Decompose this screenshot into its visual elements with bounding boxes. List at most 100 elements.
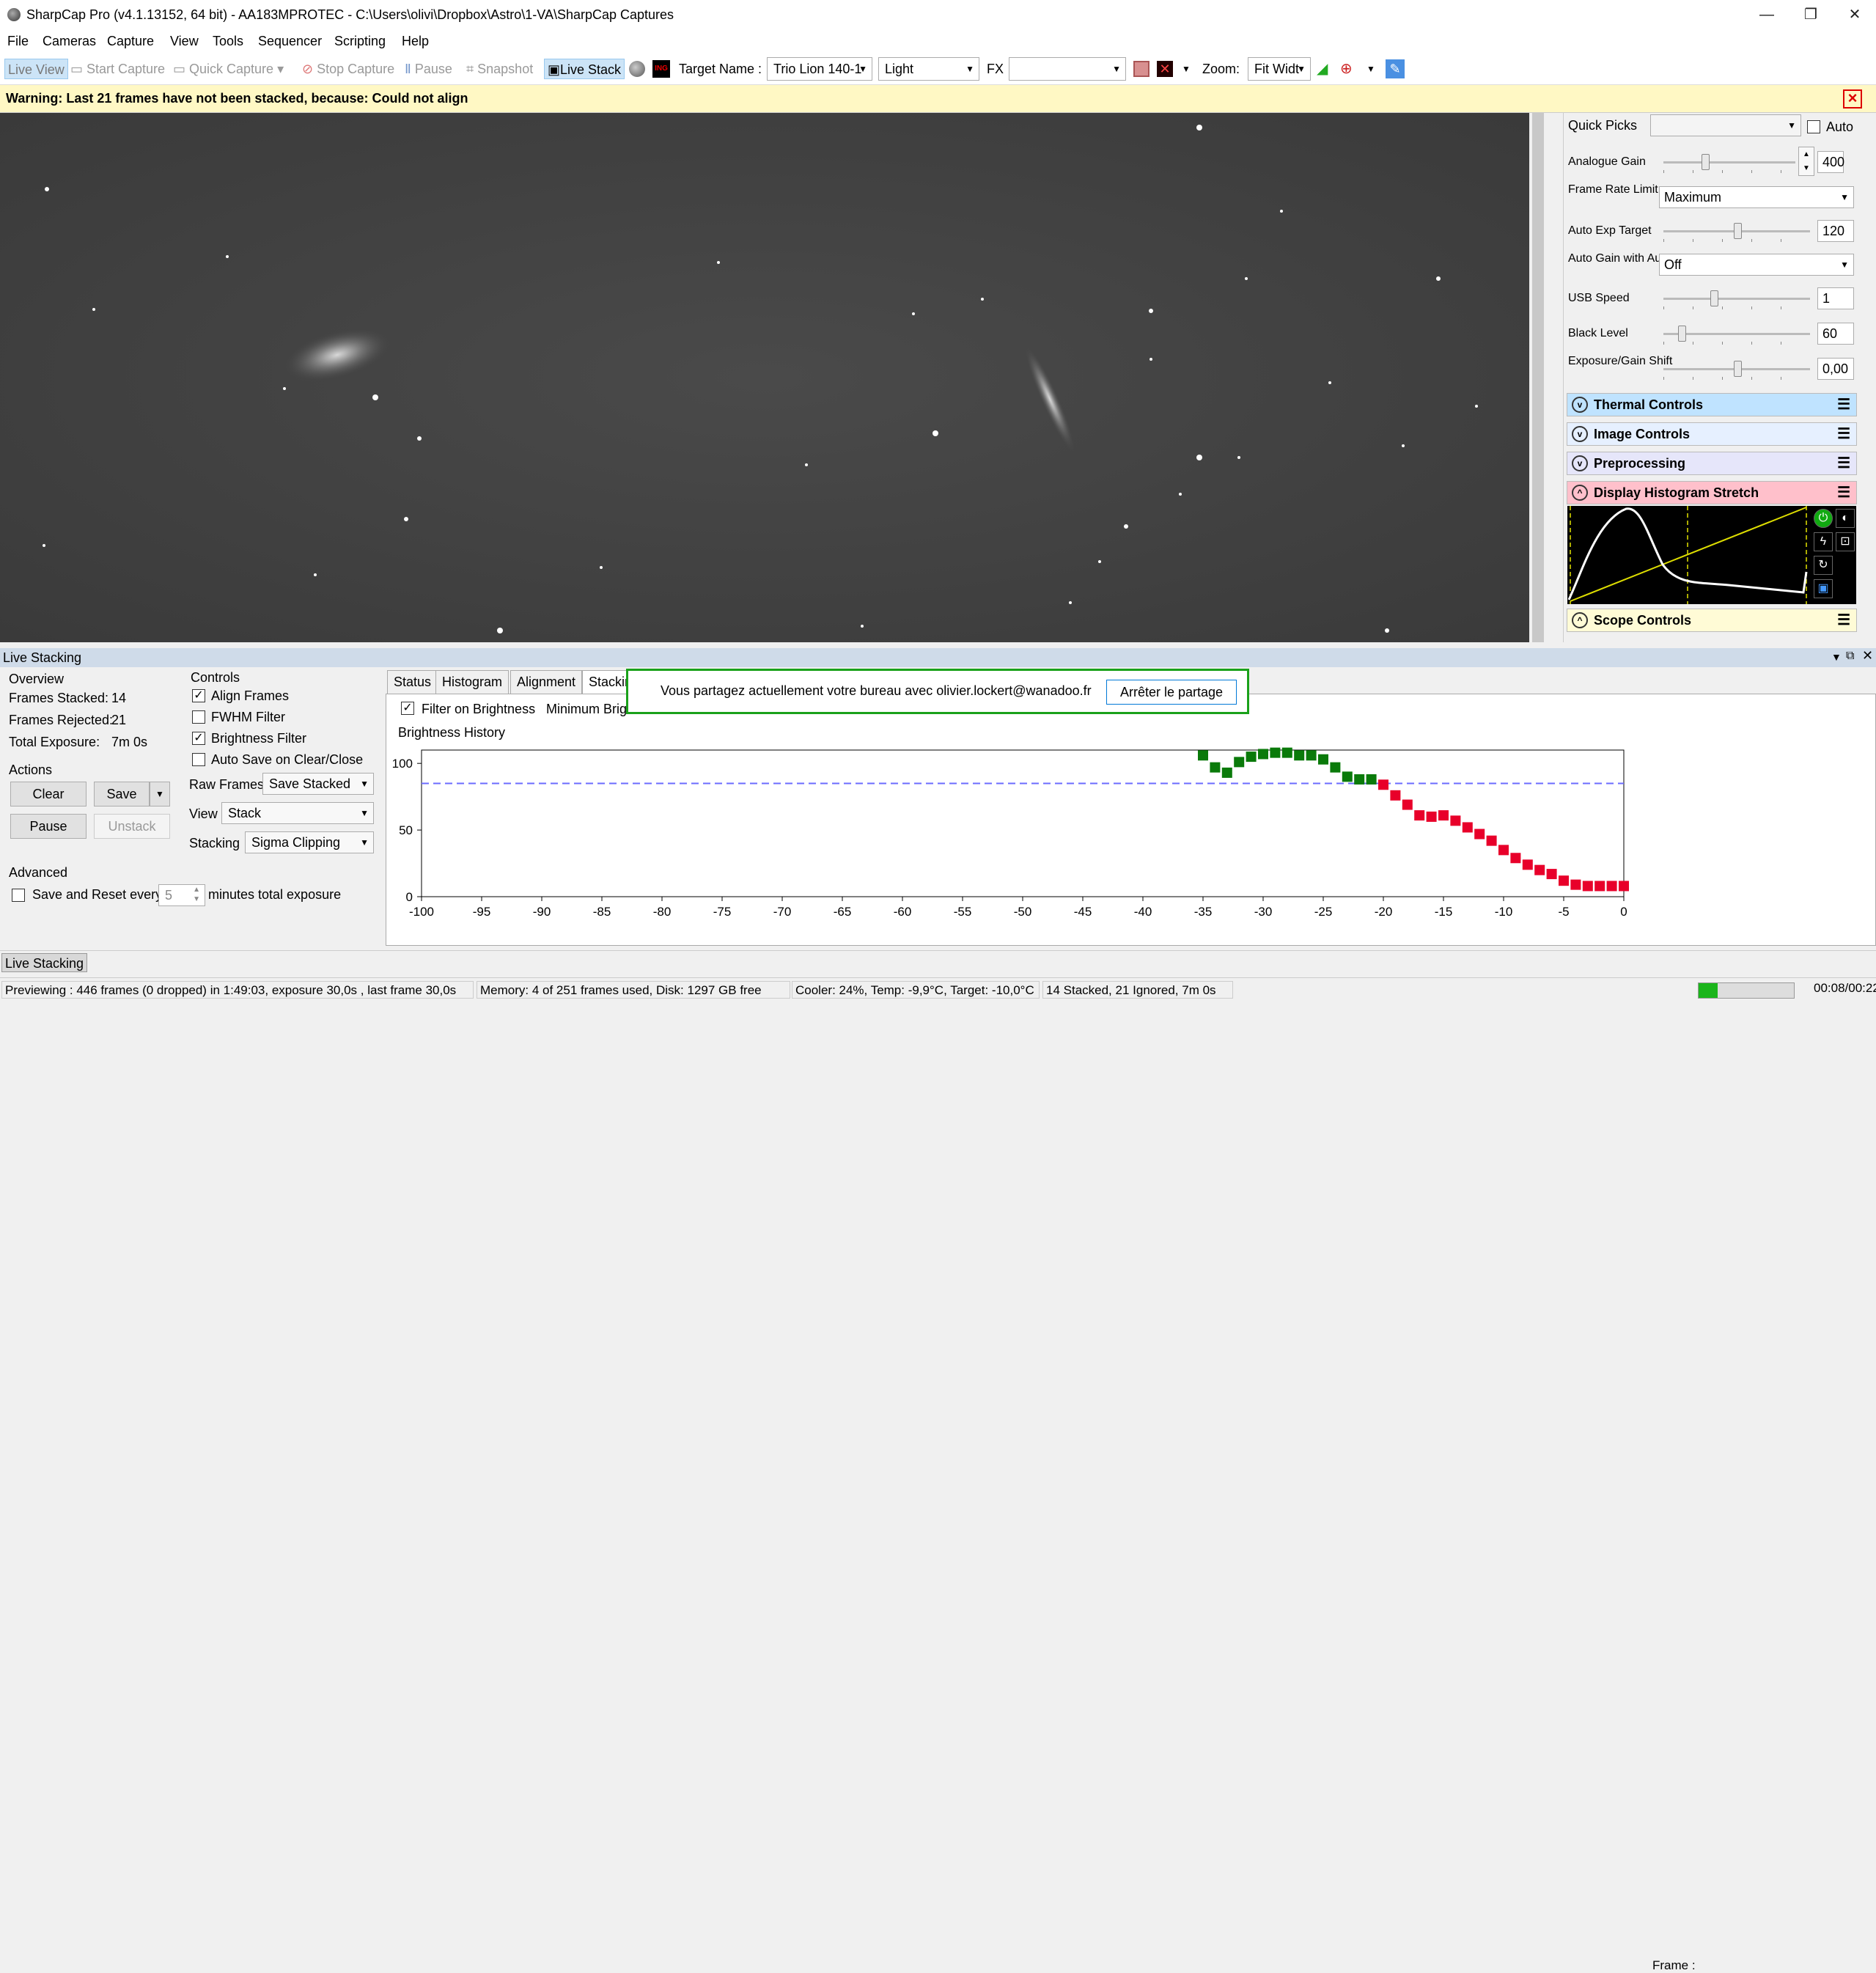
minimize-button[interactable]: — xyxy=(1745,0,1789,29)
stop-capture-button[interactable]: ⊘ Stop Capture xyxy=(302,59,394,79)
menu-icon[interactable]: ☰ xyxy=(1837,423,1850,445)
pause-button[interactable]: Ⅱ Pause xyxy=(405,59,452,79)
data-point xyxy=(1522,859,1533,870)
tab-histogram[interactable]: Histogram xyxy=(435,670,510,694)
menu-help[interactable]: Help xyxy=(402,34,429,49)
data-point xyxy=(1306,750,1317,761)
pin-icon[interactable]: ✎ xyxy=(1386,59,1405,78)
menu-scripting[interactable]: Scripting xyxy=(334,34,386,49)
crosshair-icon[interactable]: ✕ xyxy=(1157,61,1173,77)
snapshot-button[interactable]: ⌗ Snapshot xyxy=(466,59,533,79)
save-reset-checkbox[interactable] xyxy=(12,889,25,902)
histogram-icon[interactable]: ◢ xyxy=(1317,59,1328,79)
auto-checkbox[interactable] xyxy=(1807,120,1820,133)
pause-stacking-button[interactable]: Pause xyxy=(10,814,87,839)
contrast-icon[interactable]: ◐ xyxy=(1836,509,1855,528)
black-level-slider[interactable] xyxy=(1663,323,1810,345)
lock-icon[interactable]: ⊡ xyxy=(1836,532,1855,551)
stacking-label: Stacking xyxy=(189,836,240,850)
camera-image[interactable] xyxy=(0,113,1529,642)
auto-stretch-icon[interactable]: ϟ xyxy=(1814,532,1833,551)
usb-speed-input[interactable]: 1 xyxy=(1817,287,1854,309)
gain-spinner[interactable]: ▲ ▼ xyxy=(1798,147,1814,176)
stop-sharing-button[interactable]: Arrêter le partage xyxy=(1106,680,1237,705)
menu-view[interactable]: View xyxy=(170,34,199,49)
save-button[interactable]: Save xyxy=(94,782,150,807)
zoom-combo[interactable]: Fit Widt ▼ xyxy=(1248,57,1311,81)
quick-picks-combo[interactable]: ▼ xyxy=(1650,114,1801,136)
quick-capture-button[interactable]: ▭ Quick Capture ▾ xyxy=(173,59,284,79)
scrollbar-thumb[interactable] xyxy=(1532,113,1544,642)
save-reset-input[interactable]: 5 ▲ ▼ xyxy=(158,884,205,906)
close-icon[interactable]: ✕ xyxy=(1862,648,1873,664)
view-combo[interactable]: Stack ▼ xyxy=(221,802,374,824)
image-controls-section[interactable]: v Image Controls ☰ xyxy=(1567,422,1857,446)
x-tick-label: -60 xyxy=(894,905,912,919)
tab-alignment[interactable]: Alignment xyxy=(510,670,583,694)
menu-icon[interactable]: ☰ xyxy=(1837,482,1850,504)
reticle-icon[interactable] xyxy=(1133,61,1149,77)
close-button[interactable]: ✕ xyxy=(1833,0,1876,29)
data-point xyxy=(1570,879,1581,890)
menu-tools[interactable]: Tools xyxy=(213,34,243,49)
unstack-button[interactable]: Unstack xyxy=(94,814,170,839)
zoom-in-icon[interactable]: ⊕ xyxy=(1340,59,1353,79)
menu-icon[interactable]: ☰ xyxy=(1837,394,1850,416)
display-histogram-section[interactable]: ^ Display Histogram Stretch ☰ xyxy=(1567,481,1857,504)
power-icon[interactable]: ⏻ xyxy=(1814,509,1833,528)
live-stack-button[interactable]: ▣Live Stack xyxy=(544,59,625,79)
auto-gain-combo[interactable]: Off ▼ xyxy=(1659,254,1854,276)
stacking-combo[interactable]: Sigma Clipping ▼ xyxy=(245,831,374,853)
live-stacking-tab[interactable]: Live Stacking xyxy=(1,953,88,972)
close-warning-icon[interactable]: × xyxy=(1843,89,1862,109)
frame-progress xyxy=(1698,982,1795,999)
exposure-shift-input[interactable]: 0,00 xyxy=(1817,358,1854,380)
screen-share-banner: Vous partagez actuellement votre bureau … xyxy=(626,669,1249,714)
chevron-down-icon[interactable]: ▼ xyxy=(1366,59,1375,79)
frame-type-combo[interactable]: Light ▼ xyxy=(878,57,979,81)
black-level-input[interactable]: 60 xyxy=(1817,323,1854,345)
display-histogram[interactable] xyxy=(1567,506,1811,604)
frame-rate-combo[interactable]: Maximum ▼ xyxy=(1659,186,1854,208)
moon-icon[interactable] xyxy=(629,61,645,77)
dock-icon[interactable]: ⧉ xyxy=(1846,650,1854,663)
frame-rate-label: Frame Rate Limit xyxy=(1568,183,1658,196)
menu-sequencer[interactable]: Sequencer xyxy=(258,34,322,49)
menu-file[interactable]: File xyxy=(7,34,29,49)
reset-icon[interactable]: ↻ xyxy=(1814,556,1833,575)
thermal-controls-section[interactable]: v Thermal Controls ☰ xyxy=(1567,393,1857,416)
menu-icon[interactable]: ☰ xyxy=(1837,609,1850,631)
chevron-down-icon[interactable]: ▼ xyxy=(1182,59,1191,79)
dropdown-icon[interactable]: ▼ xyxy=(1831,651,1842,663)
menu-capture[interactable]: Capture xyxy=(107,34,154,49)
raw-frames-combo[interactable]: Save Stacked ▼ xyxy=(262,773,374,795)
scope-controls-section[interactable]: ^ Scope Controls ☰ xyxy=(1567,609,1857,632)
preprocessing-section[interactable]: v Preprocessing ☰ xyxy=(1567,452,1857,475)
clear-button[interactable]: Clear xyxy=(10,782,87,807)
ing-icon[interactable]: ING xyxy=(652,60,670,78)
analogue-gain-input[interactable]: 400 xyxy=(1817,151,1844,173)
target-name-combo[interactable]: Trio Lion 140-1 ▼ xyxy=(767,57,872,81)
fx-combo[interactable]: ▼ xyxy=(1009,57,1126,81)
exposure-shift-slider[interactable] xyxy=(1663,358,1810,380)
data-point xyxy=(1546,869,1557,880)
filter-brightness-checkbox[interactable]: ✓ xyxy=(401,702,414,715)
app-icon xyxy=(7,8,21,21)
auto-exp-slider[interactable] xyxy=(1663,220,1810,242)
tab-status[interactable]: Status xyxy=(387,670,438,694)
auto-exp-input[interactable]: 120 xyxy=(1817,220,1854,242)
usb-speed-slider[interactable] xyxy=(1663,287,1810,309)
fwhm-filter-checkbox[interactable] xyxy=(192,710,205,724)
menu-cameras[interactable]: Cameras xyxy=(43,34,96,49)
auto-save-checkbox[interactable] xyxy=(192,753,205,766)
align-frames-checkbox[interactable]: ✓ xyxy=(192,689,205,702)
start-capture-button[interactable]: ▭ Start Capture xyxy=(70,59,165,79)
analogue-gain-slider[interactable] xyxy=(1663,151,1795,173)
restore-button[interactable]: ❐ xyxy=(1789,0,1833,29)
save-icon[interactable]: ▣ xyxy=(1814,579,1833,598)
menu-icon[interactable]: ☰ xyxy=(1837,452,1850,474)
brightness-filter-checkbox[interactable]: ✓ xyxy=(192,732,205,745)
live-view-button[interactable]: Live View xyxy=(4,59,68,79)
chevron-down-icon: ▼ xyxy=(1840,192,1849,202)
save-dropdown-button[interactable]: ▼ xyxy=(150,782,170,807)
